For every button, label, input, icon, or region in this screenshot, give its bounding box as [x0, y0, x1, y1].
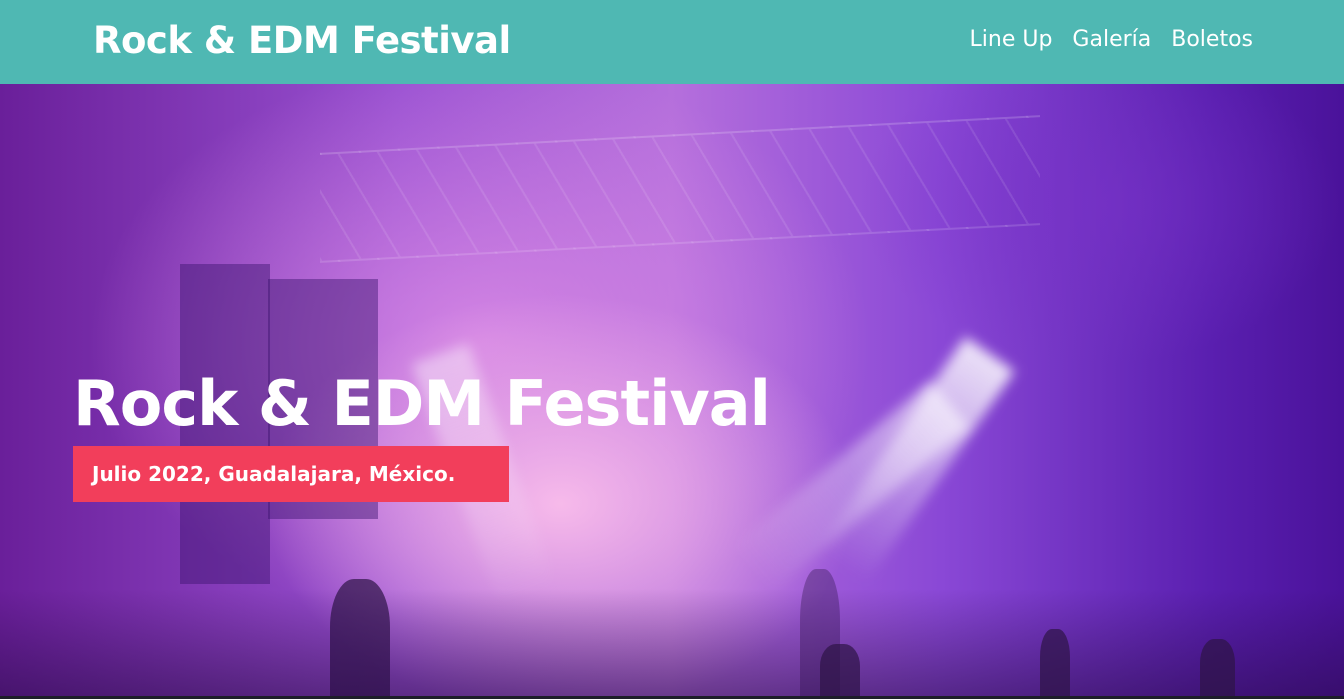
site-logo-title[interactable]: Rock & EDM Festival [93, 18, 511, 64]
nav-link-boletos[interactable]: Boletos [1171, 22, 1253, 58]
nav-link-galeria[interactable]: Galería [1072, 22, 1151, 58]
hero-title: Rock & EDM Festival [73, 367, 771, 440]
crowd-hand [820, 644, 860, 699]
crowd-hand [1040, 629, 1070, 699]
hero-date-location-badge: Julio 2022, Guadalajara, México. [73, 446, 509, 502]
crowd-silhouette [0, 589, 1344, 699]
site-header: Rock & EDM Festival Line Up Galería Bole… [0, 0, 1344, 84]
hero-section: Rock & EDM Festival Julio 2022, Guadalaj… [0, 84, 1344, 699]
crowd-hand [1200, 639, 1235, 699]
stage-truss [320, 115, 1040, 263]
main-nav: Line Up Galería Boletos [970, 22, 1254, 58]
nav-link-line-up[interactable]: Line Up [970, 22, 1053, 58]
